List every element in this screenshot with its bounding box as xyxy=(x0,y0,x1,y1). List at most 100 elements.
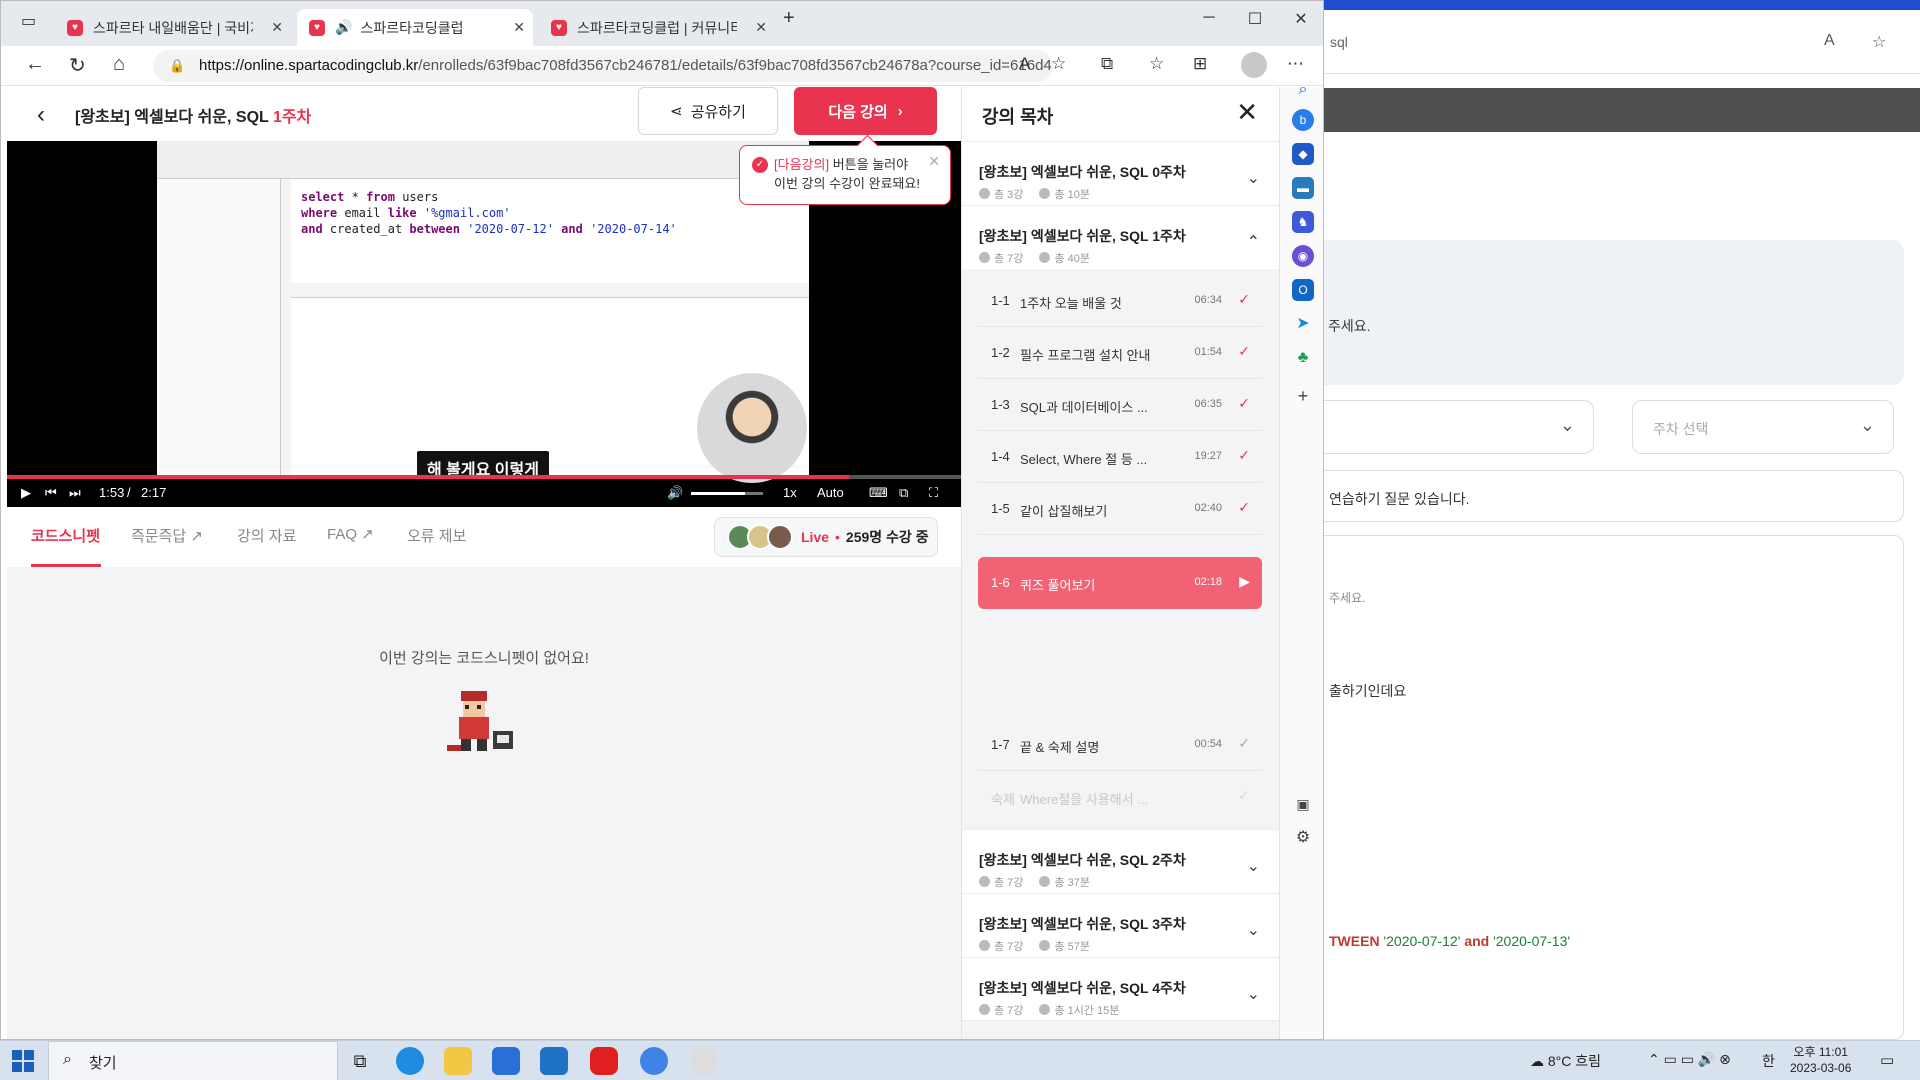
lesson-item[interactable]: 1-2 필수 프로그램 설치 안내 01:54 ✓ xyxy=(978,327,1262,379)
lesson-item-current[interactable]: 1-6 퀴즈 풀어보기 02:18 ▶ xyxy=(978,557,1262,609)
mail-icon[interactable] xyxy=(540,1047,568,1075)
read-aloud-icon[interactable]: A xyxy=(1824,32,1835,50)
task-view-icon[interactable]: ⧉ xyxy=(346,1047,374,1075)
chevron-down-icon[interactable]: ⌄ xyxy=(1247,168,1260,188)
store-icon[interactable] xyxy=(492,1047,520,1075)
youtube-icon[interactable] xyxy=(590,1047,618,1075)
volume-slider[interactable] xyxy=(691,492,763,495)
app-shortcut-icon[interactable] xyxy=(640,1047,668,1075)
refresh-icon[interactable]: ↻ xyxy=(69,53,86,78)
file-explorer-icon[interactable] xyxy=(444,1047,472,1075)
weather-widget[interactable]: ☁ 8°C 흐림 xyxy=(1530,1051,1601,1071)
background-browser-window[interactable]: sql A ☆ 주세요. ⌄ 주차 선택 ⌄ 연습하기 질문 있습니다. 주세요… xyxy=(1324,0,1920,1040)
lesson-item[interactable]: 1-4 Select, Where 절 등 ... 19:27 ✓ xyxy=(978,431,1262,483)
add-icon[interactable]: + xyxy=(1292,385,1314,407)
week-section-3[interactable]: [왕초보] 엑셀보다 쉬운, SQL 3주차 총 7강 총 57분 ⌄ xyxy=(962,893,1280,957)
bing-icon[interactable]: b xyxy=(1292,109,1314,131)
tab-error-report[interactable]: 오류 제보 xyxy=(407,525,466,546)
settings-gear-icon[interactable]: ⚙ xyxy=(1292,827,1314,849)
next-lecture-button[interactable]: 다음 강의 › xyxy=(794,87,937,135)
read-aloud-icon[interactable]: A xyxy=(1019,54,1030,74)
close-icon[interactable]: ✕ xyxy=(1236,97,1258,128)
close-tab-icon[interactable]: ✕ xyxy=(755,19,767,36)
lesson-item[interactable]: 1-5 같이 삽질해보기 02:40 ✓ xyxy=(978,483,1262,535)
lesson-item[interactable]: 1-1 1주차 오늘 배울 것 06:34 ✓ xyxy=(978,275,1262,327)
clock[interactable]: 오후 11:01 2023-03-06 xyxy=(1790,1044,1851,1076)
games-icon[interactable]: ♞ xyxy=(1292,211,1314,233)
edge-browser-icon[interactable] xyxy=(396,1047,424,1075)
close-tab-icon[interactable]: ✕ xyxy=(271,19,283,36)
new-tab-icon[interactable]: + xyxy=(783,7,795,30)
lesson-item[interactable]: 1-7 끝 & 숙제 설명 00:54 ✓ xyxy=(978,719,1262,771)
send-icon[interactable]: ➤ xyxy=(1292,313,1314,335)
shopping-icon[interactable]: ◆ xyxy=(1292,143,1314,165)
tab-materials[interactable]: 강의 자료 xyxy=(237,525,296,546)
extensions-icon[interactable]: ⧉ xyxy=(1101,54,1113,74)
picture-in-picture-icon[interactable]: ⧉ xyxy=(899,485,908,501)
lesson-item[interactable]: 1-3 SQL과 데이터베이스 ... 06:35 ✓ xyxy=(978,379,1262,431)
chevron-down-icon[interactable]: ⌄ xyxy=(1247,920,1260,940)
lesson-duration: 19:27 xyxy=(1194,450,1222,462)
back-arrow-icon[interactable]: ← xyxy=(25,53,45,76)
close-window-icon[interactable]: ✕ xyxy=(1281,9,1321,29)
more-menu-icon[interactable]: ⋯ xyxy=(1287,54,1304,74)
background-question-card[interactable]: 연습하기 질문 있습니다. xyxy=(1324,470,1904,522)
background-url-text[interactable]: sql xyxy=(1330,34,1348,50)
address-bar[interactable]: 🔒 https://online.spartacodingclub.kr/enr… xyxy=(153,50,1053,82)
lesson-title: SQL과 데이터베이스 ... xyxy=(1020,400,1148,415)
back-chevron-icon[interactable]: ‹ xyxy=(37,101,45,129)
ime-indicator[interactable]: 한 xyxy=(1762,1051,1775,1071)
week-select[interactable]: 주차 선택 ⌄ xyxy=(1632,400,1894,454)
chevron-down-icon[interactable]: ⌄ xyxy=(1247,984,1260,1004)
quality-setting[interactable]: Auto xyxy=(817,485,844,500)
tab-qna[interactable]: 즉문즉답 ↗ xyxy=(131,525,203,546)
chevron-up-icon[interactable]: ⌃ xyxy=(1247,232,1260,252)
home-icon[interactable]: ⌂ xyxy=(113,53,125,76)
chevron-down-icon[interactable]: ⌄ xyxy=(1247,856,1260,876)
playback-speed[interactable]: 1x xyxy=(783,485,797,500)
taskbar-search[interactable]: ⌕ 찾기 xyxy=(48,1041,338,1080)
browser-tab[interactable]: ♥ 스파르타코딩클럽 | 커뮤니티 ✕ xyxy=(539,9,775,46)
favorite-add-icon[interactable]: ☆ xyxy=(1051,54,1066,74)
close-tab-icon[interactable]: ✕ xyxy=(513,19,525,36)
close-icon[interactable]: ✕ xyxy=(928,152,940,171)
skip-back-icon[interactable]: ⏮ xyxy=(45,485,57,501)
collections-icon[interactable]: ⊞ xyxy=(1193,54,1207,74)
browser-tab-active[interactable]: ♥ 🔊 스파르타코딩클럽 ✕ xyxy=(297,9,533,46)
browser-tab[interactable]: ♥ 스파르타 내일배움단 | 국비지원 ✕ xyxy=(55,9,291,46)
week-section-1[interactable]: [왕초보] 엑셀보다 쉬운, SQL 1주차 총 7강 총 40분 ⌃ xyxy=(962,205,1280,269)
maximize-icon[interactable]: ☐ xyxy=(1235,9,1275,29)
app-shortcut-icon[interactable] xyxy=(690,1047,718,1075)
volume-icon[interactable]: 🔊 xyxy=(667,485,683,501)
week-section-0[interactable]: [왕초보] 엑셀보다 쉬운, SQL 0주차 총 3강 총 10분 ⌄ xyxy=(962,141,1280,205)
favorites-icon[interactable]: ☆ xyxy=(1149,54,1164,74)
week-section-2[interactable]: [왕초보] 엑셀보다 쉬운, SQL 2주차 총 7강 총 37분 ⌄ xyxy=(962,829,1280,893)
outlook-icon[interactable]: O xyxy=(1292,279,1314,301)
background-select-1[interactable]: ⌄ xyxy=(1324,400,1594,454)
windows-start-icon[interactable] xyxy=(12,1050,34,1072)
fullscreen-icon[interactable]: ⛶ xyxy=(929,485,938,501)
microsoft365-icon[interactable]: ◉ xyxy=(1292,245,1314,267)
search-icon[interactable]: ⌕ xyxy=(1292,79,1314,101)
drop-icon[interactable]: ♣ xyxy=(1292,347,1314,369)
sidebar-toggle-icon[interactable]: ▣ xyxy=(1292,793,1314,815)
lesson-title: 필수 프로그램 설치 안내 xyxy=(1020,348,1151,363)
tab-faq[interactable]: FAQ ↗ xyxy=(327,525,374,543)
profile-avatar[interactable] xyxy=(1241,52,1267,78)
notification-icon[interactable]: ▭ xyxy=(1880,1051,1894,1069)
subtitles-icon[interactable]: ⌨ xyxy=(869,485,888,501)
tools-icon[interactable]: ▬ xyxy=(1292,177,1314,199)
play-icon[interactable]: ▶ xyxy=(21,485,31,501)
tab-code-snippet[interactable]: 코드스니펫 xyxy=(31,525,100,546)
system-tray-icons[interactable]: ⌃ ▭ ▭ 🔊 ⊗ xyxy=(1648,1051,1731,1068)
skip-forward-icon[interactable]: ⏭ xyxy=(69,485,81,501)
share-button[interactable]: ⋖ 공유하기 xyxy=(638,87,778,135)
lock-icon[interactable]: 🔒 xyxy=(169,50,185,82)
favorite-add-icon[interactable]: ☆ xyxy=(1872,32,1886,52)
tab-actions-icon[interactable]: ▭ xyxy=(21,11,36,31)
background-address-bar[interactable]: sql A ☆ xyxy=(1324,10,1920,74)
minimize-icon[interactable]: ─ xyxy=(1189,9,1229,27)
week-section-4[interactable]: [왕초보] 엑셀보다 쉬운, SQL 4주차 총 7강 총 1시간 15분 ⌄ xyxy=(962,957,1280,1021)
audio-playing-icon[interactable]: 🔊 xyxy=(335,19,352,36)
taskbar-search-label: 찾기 xyxy=(89,1055,117,1072)
